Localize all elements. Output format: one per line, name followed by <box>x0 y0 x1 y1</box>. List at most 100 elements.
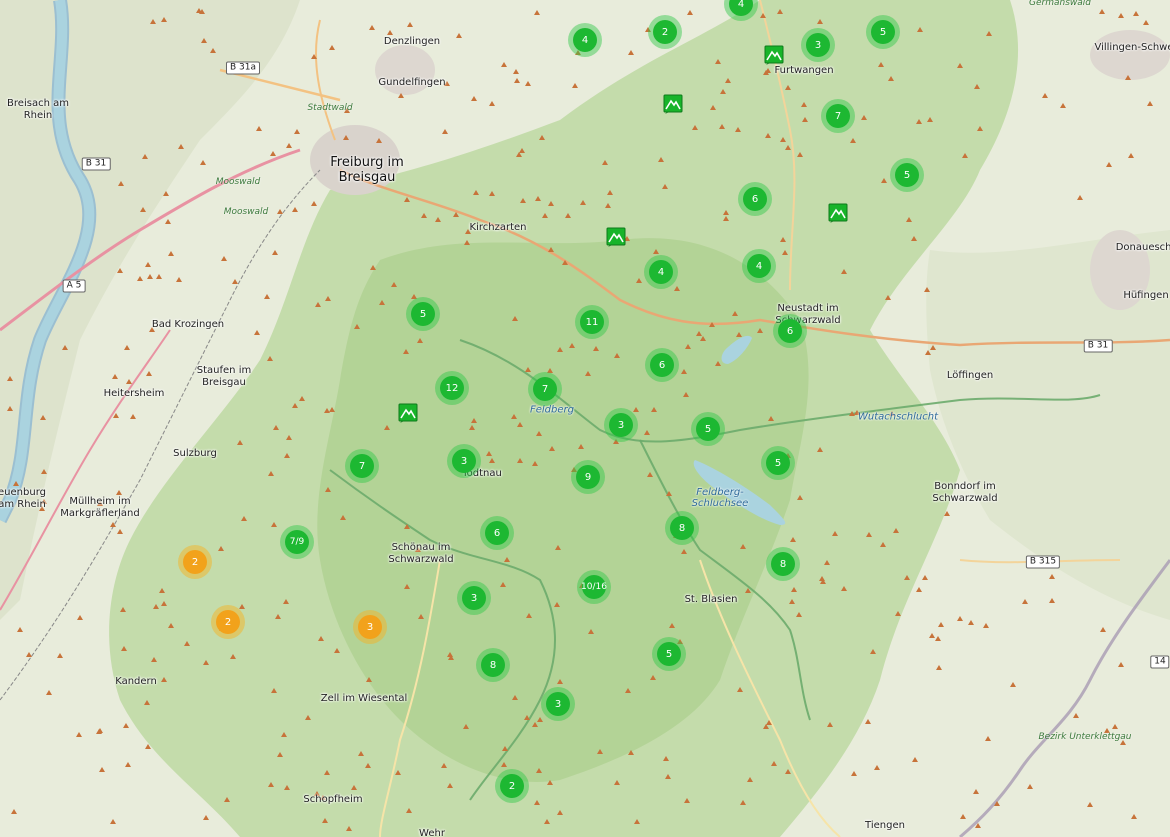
marker-cluster[interactable]: 2 <box>211 605 245 639</box>
water-label: Feldberg <box>530 404 574 416</box>
cluster-count: 4 <box>729 0 753 16</box>
cluster-count: 3 <box>452 449 476 473</box>
marker-cluster[interactable]: 5 <box>761 446 795 480</box>
cluster-count: 2 <box>500 774 524 798</box>
marker-cluster[interactable]: 7 <box>528 372 562 406</box>
cluster-count: 3 <box>546 692 570 716</box>
marker-cluster[interactable]: 5 <box>652 637 686 671</box>
marker-cluster[interactable]: 6 <box>773 314 807 348</box>
marker-cluster[interactable]: 4 <box>644 255 678 289</box>
forest-label: Mooswald <box>223 207 269 217</box>
marker-cluster[interactable]: 7 <box>821 99 855 133</box>
cluster-count: 8 <box>481 653 505 677</box>
place-label: Kirchzarten <box>469 222 527 233</box>
mountain-hut-icon[interactable] <box>764 45 784 65</box>
marker-cluster[interactable]: 2 <box>648 15 682 49</box>
place-label: Denzlingen <box>383 36 441 47</box>
cluster-count: 6 <box>778 319 802 343</box>
place-label: Kandern <box>115 676 157 687</box>
water-label: Feldberg- Schluchsee <box>691 487 749 509</box>
cluster-count: 5 <box>657 642 681 666</box>
cluster-count: 5 <box>895 163 919 187</box>
cluster-count: 3 <box>806 33 830 57</box>
cluster-count: 8 <box>771 552 795 576</box>
marker-cluster[interactable]: 3 <box>447 444 481 478</box>
place-label: Staufen im Breisgau <box>196 365 252 388</box>
map-base-layer <box>0 0 1170 837</box>
marker-cluster[interactable]: 11 <box>575 305 609 339</box>
cluster-count: 6 <box>743 187 767 211</box>
mountain-hut-icon[interactable] <box>828 203 848 223</box>
marker-cluster[interactable]: 3 <box>457 581 491 615</box>
marker-cluster[interactable]: 8 <box>476 648 510 682</box>
place-label: Schopfheim <box>303 794 363 805</box>
forest-label: Bezirk Unterklettgau <box>1038 732 1132 742</box>
place-label: Gundelfingen <box>378 77 446 88</box>
cluster-count: 6 <box>485 521 509 545</box>
cluster-count: 4 <box>573 28 597 52</box>
cluster-count: 5 <box>871 20 895 44</box>
place-label: Bad Krozingen <box>151 319 225 330</box>
place-label: Schönau im Schwarzwald <box>388 542 454 565</box>
marker-cluster[interactable]: 5 <box>406 297 440 331</box>
road-shield: B 31 <box>1083 339 1113 353</box>
mountain-hut-icon[interactable] <box>398 403 418 423</box>
marker-cluster[interactable]: 4 <box>568 23 602 57</box>
water-label: Wutachschlucht <box>857 411 939 423</box>
cluster-count: 2 <box>216 610 240 634</box>
place-label: Freiburg im Breisgau <box>330 155 404 185</box>
cluster-count: 6 <box>650 353 674 377</box>
marker-cluster[interactable]: 3 <box>541 687 575 721</box>
cluster-count: 7 <box>533 377 557 401</box>
marker-cluster[interactable]: 2 <box>495 769 529 803</box>
mountain-hut-icon[interactable] <box>606 227 626 247</box>
marker-cluster[interactable]: 5 <box>890 158 924 192</box>
marker-cluster[interactable]: 2 <box>178 545 212 579</box>
map-view[interactable]: Denzlingen Gundelfingen Breisach am Rhein Fr… <box>0 0 1170 837</box>
marker-cluster[interactable]: 6 <box>645 348 679 382</box>
marker-cluster[interactable]: 6 <box>738 182 772 216</box>
cluster-count: 11 <box>580 310 604 334</box>
cluster-count: 3 <box>609 413 633 437</box>
place-label: St. Blasien <box>684 594 738 605</box>
place-label: Müllheim im Markgräflerland <box>60 496 140 519</box>
cluster-count: 7 <box>826 104 850 128</box>
marker-cluster[interactable]: 3 <box>801 28 835 62</box>
marker-cluster[interactable]: 8 <box>665 511 699 545</box>
marker-cluster[interactable]: 3 <box>604 408 638 442</box>
marker-cluster[interactable]: 4 <box>742 249 776 283</box>
forest-label: Mooswald <box>215 177 261 187</box>
marker-cluster[interactable]: 5 <box>866 15 900 49</box>
cluster-count: 4 <box>747 254 771 278</box>
cluster-count: 3 <box>462 586 486 610</box>
marker-cluster[interactable]: 8 <box>766 547 800 581</box>
marker-cluster[interactable]: 10/16 <box>577 570 611 604</box>
place-label: Tiengen <box>865 820 905 831</box>
road-shield: A 5 <box>62 279 86 293</box>
cluster-count: 3 <box>358 615 382 639</box>
cluster-count: 2 <box>183 550 207 574</box>
place-label: Hüfingen <box>1123 290 1169 301</box>
road-shield: B 31 <box>81 157 111 171</box>
cluster-count: 5 <box>411 302 435 326</box>
cluster-count: 4 <box>649 260 673 284</box>
cluster-count: 12 <box>440 376 464 400</box>
road-shield: B 315 <box>1025 555 1061 569</box>
cluster-count: 9 <box>576 465 600 489</box>
marker-cluster[interactable]: 7 <box>345 449 379 483</box>
forest-label: Germanswald <box>1029 0 1091 8</box>
cluster-count: 2 <box>653 20 677 44</box>
cluster-count: 10/16 <box>581 575 607 599</box>
place-label: Bonndorf im Schwarzwald <box>932 481 998 504</box>
marker-cluster[interactable]: 9 <box>571 460 605 494</box>
marker-cluster[interactable]: 3 <box>353 610 387 644</box>
marker-cluster[interactable]: 5 <box>691 412 725 446</box>
place-label: Donaueschi <box>1115 242 1170 253</box>
road-shield: B 31a <box>225 61 261 75</box>
marker-cluster[interactable]: 6 <box>480 516 514 550</box>
marker-cluster[interactable]: 7/9 <box>280 525 314 559</box>
cluster-count: 5 <box>766 451 790 475</box>
place-label: Villingen-Schwe <box>1094 42 1170 53</box>
marker-cluster[interactable]: 12 <box>435 371 469 405</box>
mountain-hut-icon[interactable] <box>663 94 683 114</box>
